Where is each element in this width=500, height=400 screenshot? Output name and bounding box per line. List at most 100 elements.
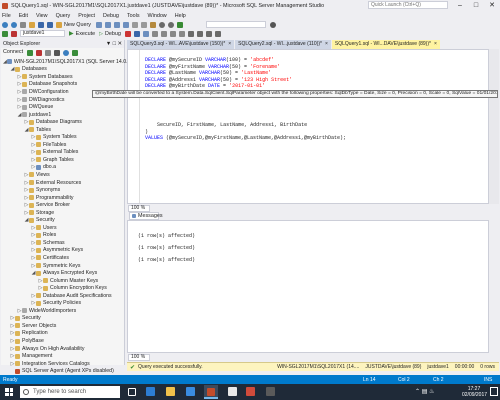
connect-dropdown[interactable]: Connect: [3, 48, 23, 57]
tree-node[interactable]: ◢ Security: [1, 216, 124, 224]
clock[interactable]: 17:27 02/09/2017: [462, 386, 487, 398]
tree-node[interactable]: ▷ PolyBase: [1, 337, 124, 345]
new-query-button[interactable]: New Query: [56, 21, 91, 28]
tree-node[interactable]: ◢ Tables: [1, 126, 124, 134]
disconnect-icon[interactable]: [11, 30, 17, 37]
undo-icon[interactable]: [158, 21, 165, 28]
copy-icon[interactable]: [140, 21, 147, 28]
disconnect-plug-icon[interactable]: [36, 49, 43, 56]
tree-node[interactable]: SQL Server Agent (Agent XPs disabled): [1, 367, 124, 375]
available-databases-dropdown[interactable]: justdave1: [20, 30, 65, 37]
tree-node[interactable]: ▷ System Databases: [1, 73, 124, 81]
document-tab[interactable]: SQLQuery3.sql - WI...AVE\justdave (150))…: [127, 40, 235, 49]
menu-window[interactable]: Window: [148, 13, 167, 19]
connect-plug-icon[interactable]: [27, 49, 34, 56]
connect-icon[interactable]: [2, 30, 8, 37]
stop-icon[interactable]: [45, 49, 52, 56]
tree-node[interactable]: ▷ Always On High Availability: [1, 345, 124, 353]
tree-node[interactable]: ◢ justdave1: [1, 111, 124, 119]
tab-close-icon[interactable]: ×: [434, 40, 437, 49]
tree-node[interactable]: ▷ External Resources: [1, 179, 124, 187]
tree-node[interactable]: ▷ DWQueue: [1, 103, 124, 111]
menu-file[interactable]: File: [2, 13, 11, 19]
cancel-query-icon[interactable]: [124, 30, 131, 37]
menu-debug[interactable]: Debug: [103, 13, 119, 19]
refresh-icon[interactable]: [63, 49, 70, 56]
results-text-icon[interactable]: [160, 30, 167, 37]
tree-node[interactable]: ▷ dbo.a: [1, 164, 124, 172]
menu-edit[interactable]: Edit: [19, 13, 28, 19]
new-item-icon[interactable]: [20, 21, 26, 28]
comment-icon[interactable]: [187, 30, 194, 37]
windows-start-icon[interactable]: [5, 388, 13, 396]
pin-icon[interactable]: ▼ □ ✕: [106, 40, 122, 48]
task-view-icon[interactable]: [128, 388, 136, 396]
notifications-icon[interactable]: [490, 387, 498, 396]
tree-node[interactable]: ▷ Schemas: [1, 239, 124, 247]
tree-node[interactable]: ▷ Integration Services Catalogs: [1, 360, 124, 368]
tree-node[interactable]: ▷ Roles: [1, 232, 124, 240]
mdx-query-icon[interactable]: [104, 21, 111, 28]
execute-button[interactable]: ▶ Execute: [69, 30, 95, 38]
quick-launch-input[interactable]: Quick Launch (Ctrl+Q): [368, 1, 448, 9]
tree-node[interactable]: ▷ Database Snapshots: [1, 81, 124, 89]
results-zoom-dropdown[interactable]: 100 %: [128, 353, 150, 361]
tree-node[interactable]: ▷ Replication: [1, 330, 124, 338]
minimize-button[interactable]: –: [452, 0, 468, 11]
redo-icon[interactable]: [167, 21, 174, 28]
menu-project[interactable]: Project: [78, 13, 95, 19]
tree-node[interactable]: ▷ Views: [1, 171, 124, 179]
document-tab[interactable]: SQLQuery1.sql - WI...DAVE\justdave (89))…: [331, 40, 440, 49]
find-icon[interactable]: [269, 21, 276, 28]
back-icon[interactable]: [2, 21, 8, 28]
tree-node[interactable]: ▷ Database Diagrams: [1, 118, 124, 126]
tree-node[interactable]: ▷ Security: [1, 315, 124, 323]
cut-icon[interactable]: [131, 21, 138, 28]
edge-browser-icon[interactable]: [146, 387, 155, 396]
app3-taskbar-icon[interactable]: [266, 387, 275, 396]
editor-vertical-scrollbar[interactable]: [489, 49, 499, 204]
tree-node[interactable]: ▷ External Tables: [1, 149, 124, 157]
taskbar-search-box[interactable]: Type here to search: [20, 386, 120, 398]
app-taskbar-icon[interactable]: [228, 387, 237, 396]
debug-button[interactable]: ▷ Debug: [99, 31, 121, 37]
db-engine-query-icon[interactable]: [95, 21, 102, 28]
editor-zoom-dropdown[interactable]: 100 %: [128, 204, 150, 212]
tree-node[interactable]: ▷ WideWorldImporters: [1, 307, 124, 315]
solution-config-dropdown[interactable]: [205, 21, 266, 28]
parse-icon[interactable]: [133, 30, 140, 37]
save-all-icon[interactable]: [47, 21, 53, 28]
close-button[interactable]: ✕: [484, 0, 500, 11]
query-options-icon[interactable]: [151, 30, 158, 37]
tree-node[interactable]: ▷ Column Encryption Keys: [1, 284, 124, 292]
increase-indent-icon[interactable]: [214, 30, 221, 37]
tree-node[interactable]: ▷ Server Objects: [1, 322, 124, 330]
document-tab[interactable]: SQLQuery2.sql - WI...justdave (110))* ×: [235, 40, 331, 49]
app2-taskbar-icon[interactable]: [246, 387, 255, 396]
tab-close-icon[interactable]: ×: [228, 40, 231, 49]
results-file-icon[interactable]: [178, 30, 185, 37]
open-icon[interactable]: [29, 21, 35, 28]
uncomment-icon[interactable]: [196, 30, 203, 37]
tree-node[interactable]: ▷ FileTables: [1, 141, 124, 149]
ssms-taskbar-button[interactable]: [204, 385, 218, 399]
tree-node[interactable]: ▷ Management: [1, 352, 124, 360]
menu-query[interactable]: Query: [56, 13, 71, 19]
start-icon[interactable]: [176, 21, 183, 28]
store-icon[interactable]: [186, 387, 195, 396]
tree-node[interactable]: ▷ System Tables: [1, 133, 124, 141]
query-editor[interactable]: DECLARE @mySecureID VARCHAR(100) = 'abcd…: [127, 49, 489, 204]
tree-node[interactable]: ◢ Always Encrypted Keys: [1, 269, 124, 277]
tree-node[interactable]: ▷ Graph Tables: [1, 156, 124, 164]
tree-node[interactable]: ▷ Asymmetric Keys: [1, 247, 124, 255]
menu-tools[interactable]: Tools: [127, 13, 140, 19]
tree-node[interactable]: ▷ Symmetric Keys: [1, 262, 124, 270]
tree-node[interactable]: ▷ Certificates: [1, 254, 124, 262]
tree-node[interactable]: ▷ Service Broker: [1, 201, 124, 209]
tree-node[interactable]: ▷ Column Master Keys: [1, 277, 124, 285]
tree-node[interactable]: ◢ Databases: [1, 66, 124, 74]
menu-view[interactable]: View: [36, 13, 48, 19]
tray-icons[interactable]: ⌃ ▤ ♨: [415, 388, 434, 395]
decrease-indent-icon[interactable]: [205, 30, 212, 37]
menu-help[interactable]: Help: [175, 13, 186, 19]
